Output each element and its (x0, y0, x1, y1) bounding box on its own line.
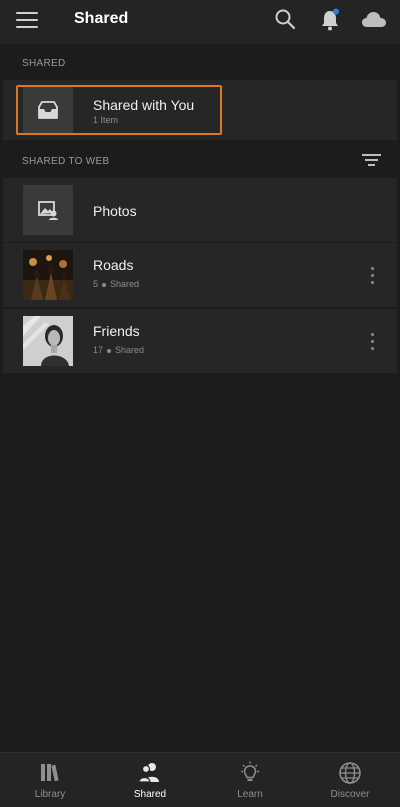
notification-dot (333, 8, 339, 15)
separator-dot (107, 348, 112, 353)
tab-shared[interactable]: Shared (100, 753, 200, 807)
item-title: Shared with You (93, 97, 195, 113)
album-status: Shared (110, 279, 140, 289)
album-share-status: 5 Shared (93, 279, 139, 289)
page-title: Shared (74, 10, 129, 27)
sort-icon[interactable] (362, 153, 382, 172)
album-thumbnail (23, 316, 73, 366)
bell-icon[interactable] (319, 8, 341, 37)
separator-dot (102, 282, 107, 287)
tab-learn[interactable]: Learn (200, 753, 300, 807)
more-vertical-icon[interactable] (369, 333, 375, 353)
cloud-icon[interactable] (361, 10, 387, 33)
album-share-status: 17 Shared (93, 345, 144, 355)
album-item-roads[interactable]: Roads 5 Shared (3, 243, 397, 307)
inbox-icon (23, 85, 73, 135)
more-vertical-icon[interactable] (369, 267, 375, 287)
album-count: 5 (93, 279, 99, 289)
album-item-friends[interactable]: Friends 17 Shared (3, 309, 397, 373)
album-title: Roads (93, 257, 134, 273)
album-item-photos[interactable]: Photos (3, 178, 397, 242)
album-title: Photos (93, 203, 137, 219)
shared-icon (138, 763, 159, 783)
section-heading-shared-to-web: SHARED TO WEB (22, 156, 110, 167)
tab-library[interactable]: Library (0, 753, 100, 807)
album-thumbnail (23, 250, 73, 300)
section-heading-shared: SHARED (22, 58, 66, 69)
learn-icon (241, 761, 259, 781)
item-subtitle: 1 Item (93, 115, 119, 125)
photos-icon (23, 185, 73, 235)
tab-label: Learn (237, 789, 263, 800)
tab-label: Library (34, 789, 66, 800)
tab-discover[interactable]: Discover (300, 753, 400, 807)
album-status: Shared (115, 345, 145, 355)
bottom-navigation: Library Shared Learn Discover (0, 752, 400, 807)
tab-label: Discover (330, 789, 370, 800)
album-count: 17 (93, 345, 104, 355)
shared-with-you-item[interactable]: Shared with You 1 Item (3, 80, 397, 140)
menu-icon[interactable] (16, 12, 38, 30)
search-icon[interactable] (274, 8, 296, 35)
tab-label: Shared (133, 789, 167, 800)
top-app-bar: Shared (0, 0, 400, 44)
library-icon (41, 764, 59, 782)
discover-icon (339, 762, 361, 784)
album-title: Friends (93, 323, 140, 339)
